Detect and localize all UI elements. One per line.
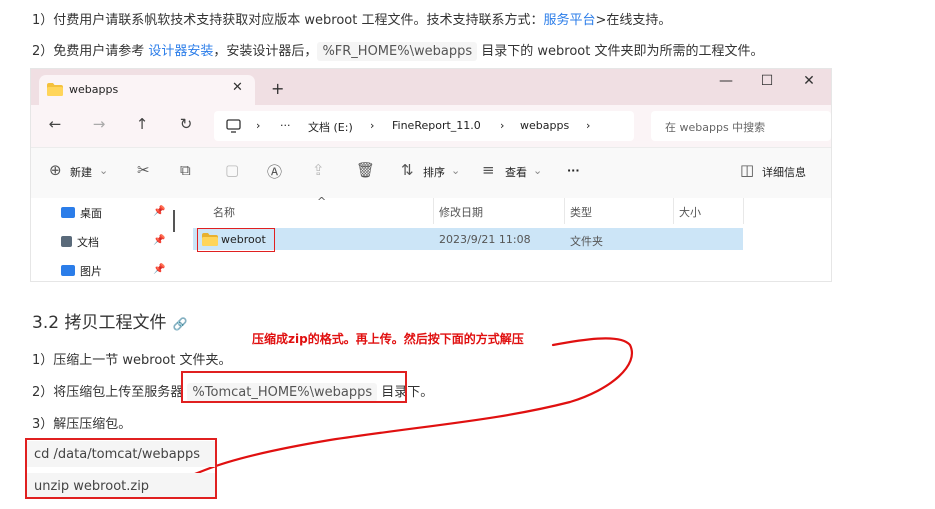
red-highlight-box: [25, 438, 217, 499]
red-arrow-scribble: [155, 337, 633, 492]
step-3: 3）解压压缩包。: [32, 417, 132, 432]
step-1: 1）压缩上一节 webroot 文件夹。: [32, 353, 232, 368]
red-highlight-box: [181, 371, 407, 403]
step-2-pre: 2）将压缩包上传至服务器: [32, 385, 188, 400]
